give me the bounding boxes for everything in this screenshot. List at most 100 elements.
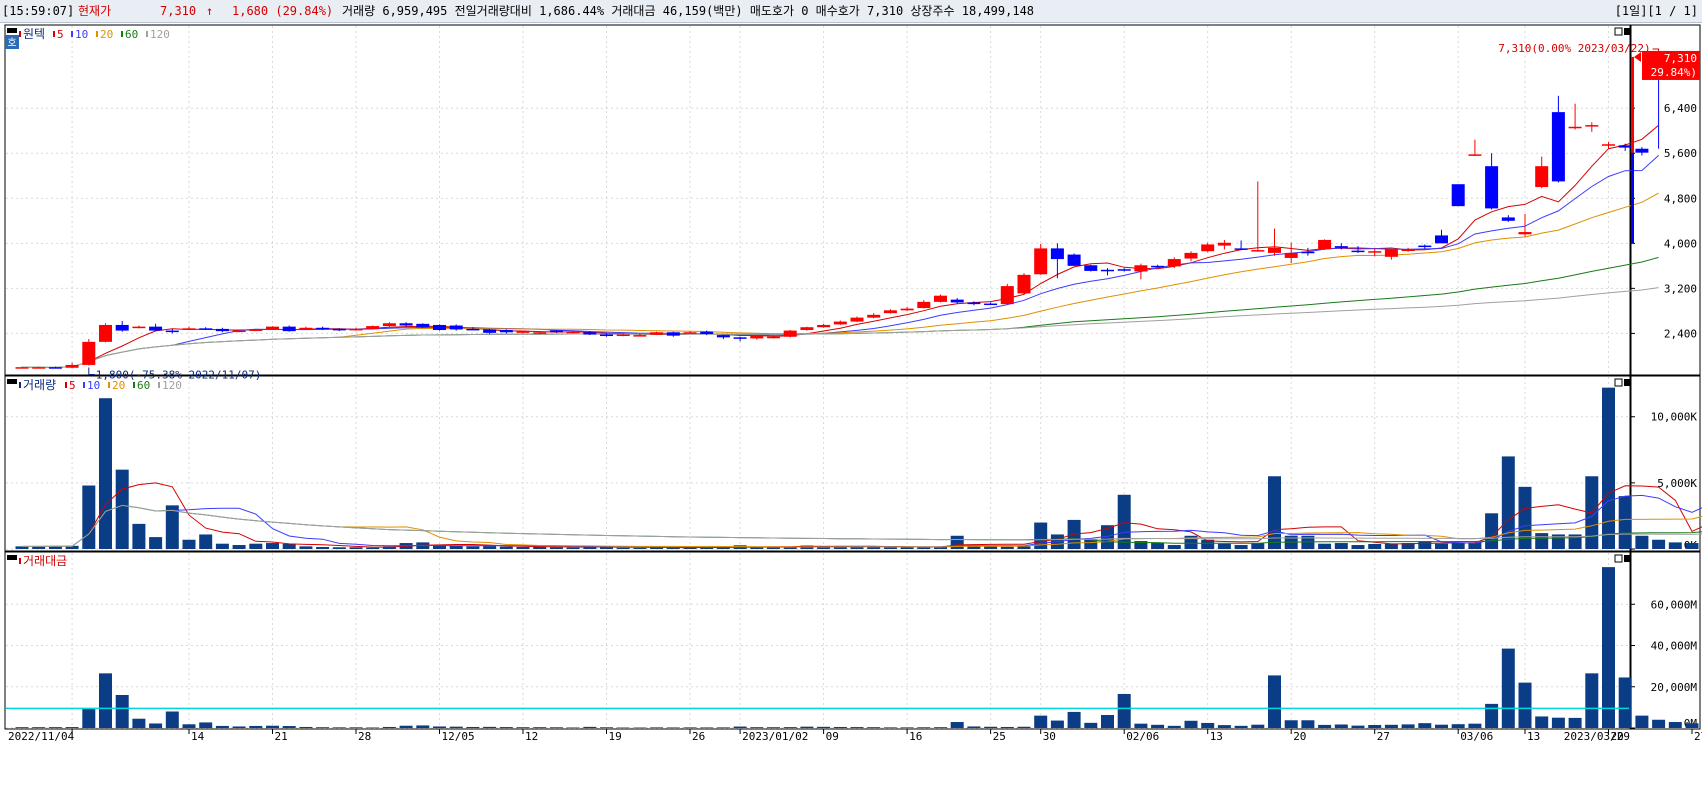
amount-bar	[266, 725, 279, 728]
price-legend-swatch	[121, 31, 123, 37]
volume-bar	[1151, 543, 1165, 549]
volume-bar	[366, 547, 380, 549]
amount-bar	[1668, 722, 1682, 728]
volume-bar	[282, 543, 296, 549]
stock-chart[interactable]: 6,400 5,600 4,800 4,000 3,200 2,400 10,000K 5,0…	[0, 23, 1702, 806]
low-price-annotation: 1,800(-75.38% 2022/11/07)	[96, 368, 262, 381]
amount-bar	[316, 727, 330, 728]
candle-body	[600, 334, 613, 337]
candle-body	[783, 330, 797, 337]
amount-bar	[382, 726, 396, 728]
amount-minimize-icon[interactable]	[1614, 554, 1623, 563]
candle-body	[382, 323, 396, 327]
volume-bar	[1217, 543, 1231, 549]
price-minimize-icon[interactable]	[1614, 27, 1623, 36]
candle-body	[1000, 286, 1014, 305]
candle-body	[332, 328, 346, 331]
clock-time: [15:59:07]	[2, 4, 75, 18]
candle-body	[349, 328, 363, 331]
candle-body	[1585, 125, 1599, 127]
candle-body	[132, 326, 146, 329]
volume-ytick-label: 5,000K	[1657, 477, 1697, 490]
candle-body	[1468, 154, 1482, 156]
candle-body	[1401, 249, 1415, 252]
volume-bar	[883, 547, 897, 549]
candle-body	[817, 324, 831, 328]
x-tick-label: 12	[525, 730, 538, 743]
candle-body	[700, 331, 714, 334]
volume-maximize-icon[interactable]	[1624, 379, 1631, 386]
price-ytick-label: 5,600	[1664, 147, 1697, 160]
amount-panel-menu-icon[interactable]	[7, 555, 17, 560]
x-tick-label: 13	[1527, 730, 1540, 743]
price-legend-swatch	[146, 31, 148, 37]
volume-panel-menu-icon[interactable]	[7, 379, 17, 384]
price-legend-ma120: 120	[150, 28, 170, 41]
amount-bar	[1501, 648, 1515, 728]
candle-body	[1184, 252, 1198, 259]
volume-bar	[1117, 494, 1131, 549]
amount-bar	[583, 726, 597, 728]
amount-bar	[1151, 724, 1165, 728]
x-tick-label: 09	[826, 730, 839, 743]
price-legend-ma10: 10	[75, 28, 88, 41]
volume-panel-title: 거래량	[23, 378, 56, 392]
candle-body	[48, 367, 62, 369]
amount-bar	[950, 722, 964, 728]
volume-bar	[984, 546, 998, 549]
candle-body	[1451, 184, 1465, 207]
candle-body	[1167, 259, 1181, 267]
volume-bar	[1685, 543, 1699, 549]
candle-body	[1568, 126, 1582, 129]
amount-maximize-icon[interactable]	[1624, 555, 1631, 562]
amount-bar	[867, 727, 881, 728]
candle-body	[733, 337, 747, 339]
candle-body	[1485, 166, 1499, 209]
volume-bar	[1418, 541, 1432, 549]
candle-body	[15, 367, 29, 369]
volume-bar	[1668, 542, 1682, 549]
amount-bar	[1017, 726, 1031, 728]
volume-minimize-icon[interactable]	[1614, 378, 1623, 387]
candle-body	[1635, 148, 1649, 153]
amount-bar	[1050, 720, 1064, 728]
volume-bar	[99, 398, 112, 549]
amount-ytick-label: 60,000M	[1651, 598, 1698, 611]
candle-body	[282, 326, 296, 332]
price-maximize-icon[interactable]	[1624, 28, 1631, 35]
amount-bar	[1551, 717, 1565, 728]
candle-body	[483, 329, 497, 333]
price-title-marker	[19, 31, 21, 37]
candle-body	[1284, 252, 1298, 258]
candle-body	[99, 324, 112, 342]
amount-bar	[299, 726, 313, 728]
volume-bar	[1618, 496, 1632, 549]
candle-body	[1084, 265, 1098, 271]
amount-bar	[883, 727, 897, 728]
volume-bar	[199, 534, 213, 549]
candle-body	[149, 326, 163, 331]
candle-body	[1050, 248, 1064, 260]
amount-bar	[115, 695, 129, 728]
amount-bar	[1067, 711, 1081, 728]
price-panel-menu-icon[interactable]	[7, 28, 17, 33]
volume-bar	[566, 547, 580, 549]
x-tick-label: 19	[609, 730, 622, 743]
amount-bar	[1251, 724, 1265, 728]
amount-bar	[516, 727, 530, 728]
candle-body	[533, 332, 547, 334]
volume-bar	[316, 547, 330, 549]
candle-body	[1551, 112, 1565, 182]
volume-bar	[1501, 456, 1515, 549]
volume-bar	[165, 505, 179, 549]
amount-bar	[1084, 722, 1098, 728]
period-page-indicator[interactable]: [1일][1 / 1]	[1615, 0, 1698, 22]
candle-body	[1501, 217, 1515, 221]
candle-body	[1518, 232, 1532, 235]
amount-bar	[399, 725, 413, 728]
candle-body	[199, 328, 213, 330]
candle-body	[800, 327, 814, 331]
volume-bar	[466, 546, 480, 549]
candle-body	[1318, 239, 1332, 249]
amount-bar	[1535, 716, 1549, 728]
